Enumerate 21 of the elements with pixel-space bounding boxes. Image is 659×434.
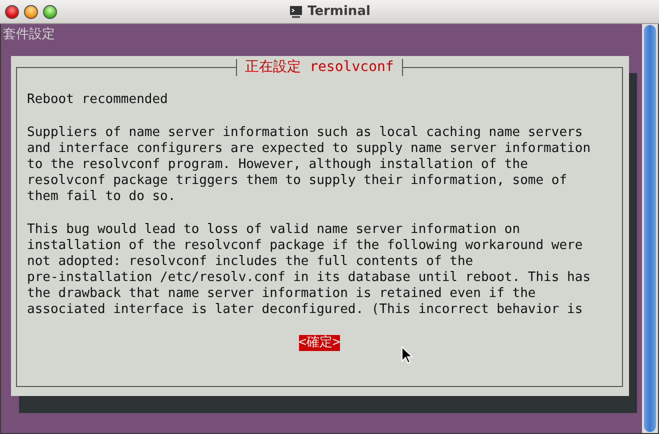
ok-button[interactable]: <確定> <box>298 335 340 351</box>
text-line: associated interface is later deconfigured. (This incorrect behavior is <box>27 302 584 318</box>
text-line: Suppliers of name server information such as local caching name servers <box>27 125 584 141</box>
text-line: the drawback that name server information is retained even if the <box>27 286 537 302</box>
maximize-button[interactable] <box>43 4 57 18</box>
terminal-icon <box>288 4 303 18</box>
minimize-button[interactable] <box>24 4 38 18</box>
dialog-title: 正在設定 resolvconf <box>236 59 403 76</box>
pointer-icon <box>401 346 413 364</box>
text-line: Reboot recommended <box>27 92 169 108</box>
text-line: pre-installation /etc/resolv.conf in its database until reboot. This has <box>27 270 592 286</box>
window-title: Terminal <box>308 4 370 19</box>
text-line: resolvconf package triggers them to supply their information, some of <box>27 173 568 189</box>
close-button[interactable] <box>5 4 19 18</box>
text-line: This bug would lead to loss of valid name server information on <box>27 222 522 238</box>
header-text: 套件設定 <box>2 26 56 44</box>
text-line: installation of the resolvconf package if the following workaround were <box>27 238 584 254</box>
text-line: to the resolvconf program. However, although installation of the <box>27 157 529 173</box>
text-line: not adopted: resolvconf includes the full contents of the <box>27 254 474 270</box>
text-line: and interface configurers are expected to supply name server information <box>27 141 592 157</box>
text-line: them fail to do so. <box>27 189 177 205</box>
